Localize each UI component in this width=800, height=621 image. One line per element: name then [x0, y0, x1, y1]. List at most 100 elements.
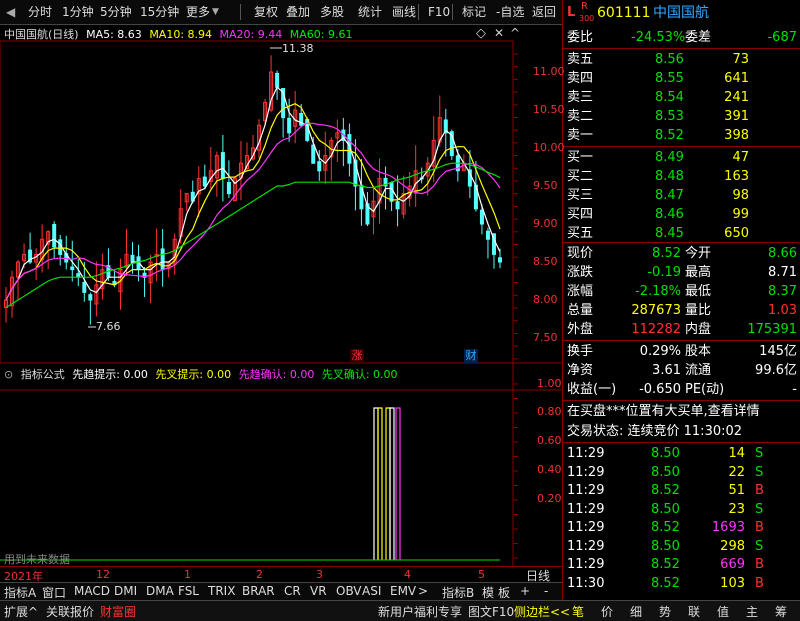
indicator-tab[interactable]: TRIX	[208, 584, 235, 598]
bid-row[interactable]: 买三 8.47 98	[563, 186, 800, 205]
toolbar-button[interactable]: 画线	[392, 3, 416, 21]
stat-row: 现价 8.52 今开 8.66	[563, 244, 800, 263]
cai-badge[interactable]: 财	[464, 349, 478, 363]
indicator-tab[interactable]: DMA	[146, 584, 174, 598]
ask-label: 卖四	[567, 71, 594, 86]
arrow-left-icon[interactable]: ◀	[6, 3, 15, 21]
status-left-item[interactable]: 扩展^	[4, 603, 38, 620]
bid-price: 8.45	[655, 226, 684, 241]
stat-value: -2.18%	[635, 284, 681, 299]
toolbar-button[interactable]: 多股	[320, 3, 344, 21]
status-left-item[interactable]: 财富圈	[100, 603, 136, 620]
price-tick-label: 10.00	[533, 141, 565, 154]
stock-name[interactable]: 中国国航	[653, 2, 709, 24]
indicator-tab[interactable]: MACD	[74, 584, 110, 598]
tick-time: 11:29	[567, 446, 605, 461]
stat-value: 8.52	[652, 246, 681, 261]
weicha-value: -687	[767, 30, 797, 45]
tick-volume: 298	[720, 538, 745, 554]
ask-row[interactable]: 卖五 8.56 73	[563, 50, 800, 69]
candle-body	[202, 176, 207, 187]
indicator-tab[interactable]: EMV	[390, 584, 416, 598]
indicator-tab[interactable]: VR	[310, 584, 327, 598]
bid-price: 8.48	[655, 169, 684, 184]
indicator-tab[interactable]: DMI	[114, 584, 137, 598]
candle-body	[479, 209, 484, 225]
price-pane-border	[0, 40, 514, 364]
status-mid-item[interactable]: 图文F10	[468, 603, 514, 620]
indicator-tab[interactable]: 窗口	[42, 584, 66, 601]
indicator-tab[interactable]: OBV	[336, 584, 362, 598]
divider	[563, 48, 800, 49]
ma-legend: 中国国航(日线) MA5: 8.63 MA10: 8.94 MA20: 9.44…	[4, 26, 356, 42]
indicator-tab[interactable]: +	[520, 584, 530, 598]
indicator-tab[interactable]: CR	[284, 584, 301, 598]
toolbar-button[interactable]: 分时	[28, 3, 52, 21]
status-left-item[interactable]: 关联报价	[46, 603, 94, 620]
ask-row[interactable]: 卖二 8.53 391	[563, 107, 800, 126]
indicator-tick-label: 0.40	[537, 463, 562, 476]
indicator-tab[interactable]: ASI	[362, 584, 381, 598]
toolbar-button[interactable]: 统计	[358, 3, 382, 21]
side-tab[interactable]: 笔	[572, 603, 584, 620]
toolbar-button[interactable]: 5分钟	[100, 3, 132, 21]
high-price-mark: 11.38	[282, 42, 314, 55]
side-tab[interactable]: 值	[717, 603, 729, 620]
ask-volume: 391	[724, 109, 749, 124]
stat-label: 总量	[567, 303, 594, 318]
side-tab[interactable]: 筹	[775, 603, 787, 620]
chart-toolbar: 分时 1分钟 5分钟 15分钟 更多 复权 叠加 多股 统计 画线 F10 标记 -自选 返回 ◀ ▼	[0, 0, 562, 25]
ask-row[interactable]: 卖三 8.54 241	[563, 88, 800, 107]
toolbar-button[interactable]: 更多	[186, 3, 210, 21]
kline-chart[interactable]	[0, 24, 562, 582]
close-icon[interactable]: ✕	[494, 26, 504, 40]
price-tick-label: 9.50	[533, 179, 558, 192]
bid-row[interactable]: 买一 8.49 47	[563, 148, 800, 167]
diamond-icon[interactable]: ◇	[476, 26, 486, 41]
zhang-badge[interactable]: 涨	[350, 349, 364, 363]
candle-body	[311, 144, 316, 164]
tick-side: B	[755, 557, 764, 572]
toolbar-button[interactable]: 标记	[462, 3, 486, 21]
ask-row[interactable]: 卖一 8.52 398	[563, 126, 800, 145]
indicator-tick-label: 1.00	[537, 377, 562, 390]
indicator-title[interactable]: 指标公式	[21, 368, 65, 381]
dropdown-icon[interactable]: ▼	[212, 3, 219, 21]
toolbar-button[interactable]: 返回	[532, 3, 556, 21]
status-mid-item[interactable]: 新用户福利专享	[378, 603, 462, 620]
chevron-down-icon[interactable]: ⊙	[4, 368, 13, 381]
ask-row[interactable]: 卖四 8.55 641	[563, 69, 800, 88]
indicator-tab[interactable]: -	[544, 584, 548, 598]
toolbar-button[interactable]: 1分钟	[62, 3, 94, 21]
candle-body	[220, 152, 225, 179]
chevron-up-icon[interactable]: ^	[510, 26, 520, 40]
side-tab[interactable]: 主	[746, 603, 758, 620]
bid-row[interactable]: 买五 8.45 650	[563, 224, 800, 243]
side-tab[interactable]: 价	[601, 603, 613, 620]
toolbar-button[interactable]: 叠加	[286, 3, 310, 21]
stat-value: 99.6亿	[755, 363, 797, 378]
indicator-tab[interactable]: BRAR	[242, 584, 275, 598]
side-tab[interactable]: 联	[688, 603, 700, 620]
side-tab[interactable]: 细	[630, 603, 642, 620]
indicator-tab[interactable]: 指标A	[4, 584, 36, 601]
bid-row[interactable]: 买四 8.46 99	[563, 205, 800, 224]
toolbar-button[interactable]: 复权	[254, 3, 278, 21]
bid-row[interactable]: 买二 8.48 163	[563, 167, 800, 186]
status-mid-item[interactable]: 侧边栏<<	[514, 603, 570, 620]
indicator-tab[interactable]: 板	[498, 584, 510, 601]
bid-label: 买一	[567, 150, 594, 165]
big-order-notice[interactable]: 在买盘***位置有大买单,查看详情	[563, 402, 800, 421]
indicator-tab[interactable]: >	[418, 584, 428, 598]
indicator-tab[interactable]: 指标B	[442, 584, 474, 601]
tick-side: S	[755, 501, 764, 517]
tick-side: B	[755, 575, 764, 591]
indicator-tab[interactable]: 模	[482, 584, 494, 601]
toolbar-button[interactable]: F10	[428, 3, 450, 21]
side-tab[interactable]: 势	[659, 603, 671, 620]
indicator-tab[interactable]: FSL	[178, 584, 199, 598]
toolbar-button[interactable]: -自选	[496, 3, 524, 21]
indicator-item-3: 先趋确认: 0.00	[238, 368, 315, 381]
toolbar-button[interactable]: 15分钟	[140, 3, 179, 21]
ask-price: 8.56	[655, 52, 684, 67]
